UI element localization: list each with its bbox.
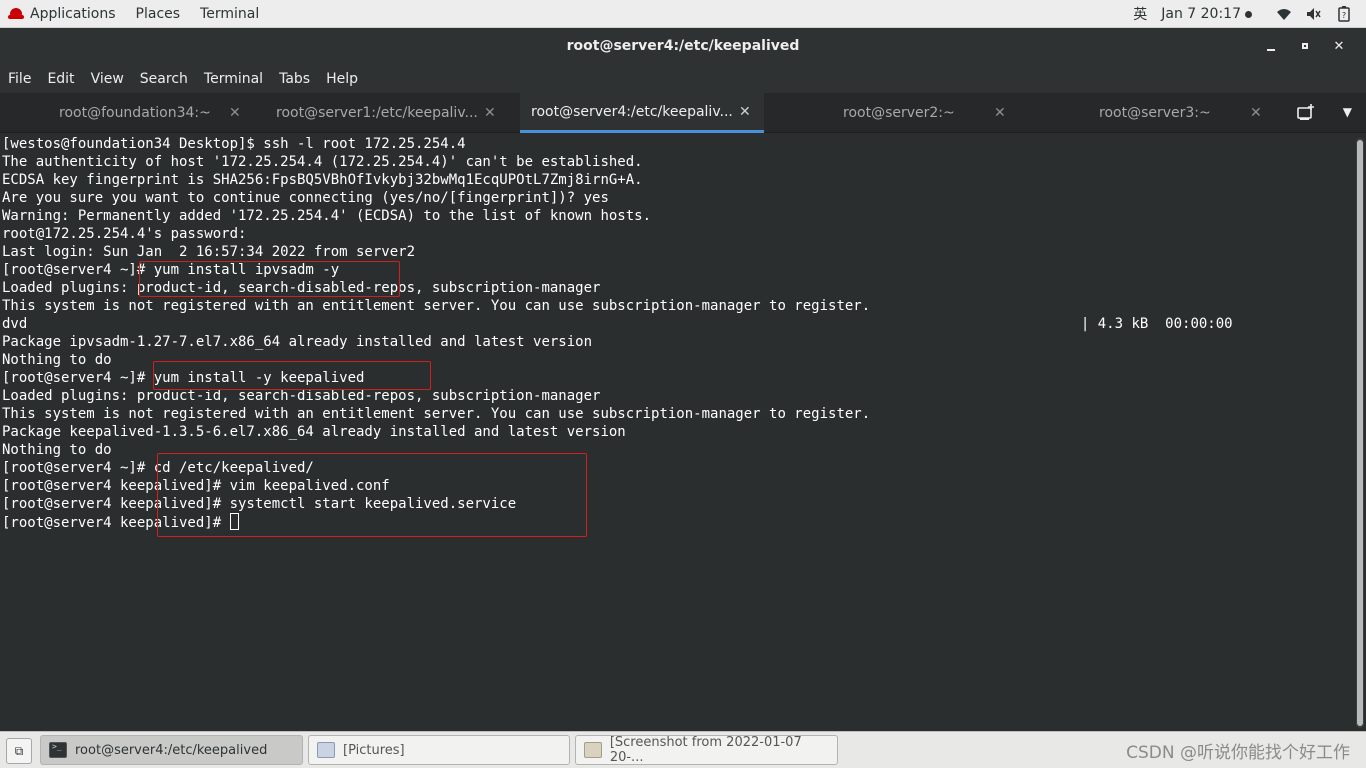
terminal-line: dvd | 4.3 kB 00:00:00 (2, 316, 1233, 332)
taskbar-item-label: [Pictures] (343, 742, 405, 758)
terminal-output[interactable]: [westos@foundation34 Desktop]$ ssh -l ro… (0, 134, 1354, 730)
taskbar-item-label: root@server4:/etc/keepalived (75, 742, 268, 758)
tab-server3[interactable]: root@server3:~ ✕ (1020, 93, 1276, 133)
highlight-box-keepalived-install (153, 361, 431, 390)
terminal-line: Are you sure you want to continue connec… (2, 190, 609, 206)
tab-close-icon[interactable]: ✕ (1250, 105, 1262, 121)
redhat-logo-icon (8, 7, 24, 20)
terminal-line: Last login: Sun Jan 2 16:57:34 2022 from… (2, 244, 416, 260)
taskbar-item-screenshot[interactable]: [Screenshot from 2022-01-07 20-... (575, 735, 838, 765)
window-titlebar[interactable]: root@server4:/etc/keepalived ✕ (0, 28, 1366, 64)
tab-list-button[interactable]: ▼ (1343, 105, 1352, 119)
applications-label: Applications (30, 5, 116, 22)
tab-bar: root@foundation34:~ ✕ root@server1:/etc/… (0, 93, 1366, 133)
clock[interactable]: Jan 7 20:17 (1161, 6, 1252, 22)
clock-text: Jan 7 20:17 (1161, 6, 1241, 22)
terminal-app-label: Terminal (200, 5, 260, 22)
menu-terminal[interactable]: Terminal (204, 71, 263, 87)
wifi-icon[interactable] (1276, 6, 1292, 22)
gnome-top-bar: Applications Places Terminal 英 Jan 7 20:… (0, 0, 1366, 28)
chevron-down-icon: ▼ (1342, 105, 1352, 119)
battery-icon[interactable]: ? (1336, 6, 1352, 22)
new-tab-icon (1297, 104, 1314, 120)
places-menu[interactable]: Places (126, 0, 191, 28)
tab-label: root@foundation34:~ (59, 105, 211, 121)
terminal-line: Package ipvsadm-1.27-7.el7.x86_64 alread… (2, 334, 593, 350)
terminal-line: Warning: Permanently added '172.25.254.4… (2, 208, 652, 224)
notification-dot-icon (1245, 10, 1252, 18)
tab-label: root@server1:/etc/keepaliv... (276, 105, 478, 121)
tab-close-icon[interactable]: ✕ (994, 105, 1006, 121)
taskbar-item-terminal[interactable]: root@server4:/etc/keepalived (40, 735, 303, 765)
volume-icon[interactable] (1306, 6, 1322, 22)
close-window-button[interactable]: ✕ (1322, 34, 1356, 58)
tab-label: root@server4:/etc/keepaliv... (531, 103, 733, 120)
svg-text:?: ? (1342, 11, 1346, 20)
new-tab-button[interactable] (1296, 103, 1316, 123)
applications-menu[interactable]: Applications (0, 0, 126, 28)
places-label: Places (135, 5, 181, 22)
terminal-line: This system is not registered with an en… (2, 406, 871, 422)
minimize-button[interactable] (1254, 34, 1288, 58)
terminal-line: Package keepalived-1.3.5-6.el7.x86_64 al… (2, 424, 626, 440)
tab-close-icon[interactable]: ✕ (739, 104, 751, 120)
show-desktop-button[interactable]: ⧉ (6, 738, 32, 764)
close-icon: ✕ (1333, 38, 1345, 54)
folder-icon (317, 742, 335, 758)
show-desktop-icon: ⧉ (14, 743, 24, 758)
csdn-watermark: CSDN @听说你能找个好工作 (1126, 743, 1350, 763)
menu-edit[interactable]: Edit (47, 71, 74, 87)
terminal-line: root@172.25.254.4's password: (2, 226, 247, 242)
minimize-icon (1267, 49, 1275, 51)
maximize-button[interactable] (1288, 34, 1322, 58)
tab-label: root@server2:~ (843, 105, 955, 121)
tab-server2[interactable]: root@server2:~ ✕ (764, 93, 1020, 133)
tab-server4[interactable]: root@server4:/etc/keepaliv... ✕ (520, 93, 764, 133)
taskbar-item-label: [Screenshot from 2022-01-07 20-... (609, 735, 802, 765)
tab-label: root@server3:~ (1099, 105, 1211, 121)
menu-help[interactable]: Help (326, 71, 358, 87)
tab-close-icon[interactable]: ✕ (229, 105, 241, 121)
terminal-line: ECDSA key fingerprint is SHA256:FpsBQ5VB… (2, 172, 643, 188)
scrollbar-thumb[interactable] (1357, 140, 1363, 726)
taskbar-item-pictures[interactable]: [Pictures] (308, 735, 570, 765)
input-method-indicator[interactable]: 英 (1133, 4, 1147, 24)
terminal-menubar: File Edit View Search Terminal Tabs Help (0, 64, 1366, 93)
tab-close-icon[interactable]: ✕ (484, 105, 496, 121)
terminal-app-menu[interactable]: Terminal (190, 0, 269, 28)
bottom-taskbar: ⧉ root@server4:/etc/keepalived [Pictures… (0, 731, 1366, 768)
window-title: root@server4:/etc/keepalived (566, 38, 800, 54)
terminal-line: The authenticity of host '172.25.254.4 (… (2, 154, 643, 170)
tab-foundation34[interactable]: root@foundation34:~ ✕ (0, 93, 256, 133)
menu-tabs[interactable]: Tabs (279, 71, 310, 87)
terminal-scrollbar[interactable] (1356, 138, 1364, 728)
highlight-box-keepalived-config (157, 453, 587, 537)
tab-server1[interactable]: root@server1:/etc/keepaliv... ✕ (256, 93, 512, 133)
terminal-line: [westos@foundation34 Desktop]$ ssh -l ro… (2, 136, 466, 152)
menu-view[interactable]: View (91, 71, 124, 87)
maximize-icon (1302, 43, 1308, 49)
terminal-line: This system is not registered with an en… (2, 298, 871, 314)
screenshot-icon (584, 742, 602, 758)
menu-search[interactable]: Search (140, 71, 188, 87)
highlight-box-ipvsadm (139, 261, 400, 297)
terminal-icon (49, 742, 67, 758)
menu-file[interactable]: File (8, 71, 31, 87)
